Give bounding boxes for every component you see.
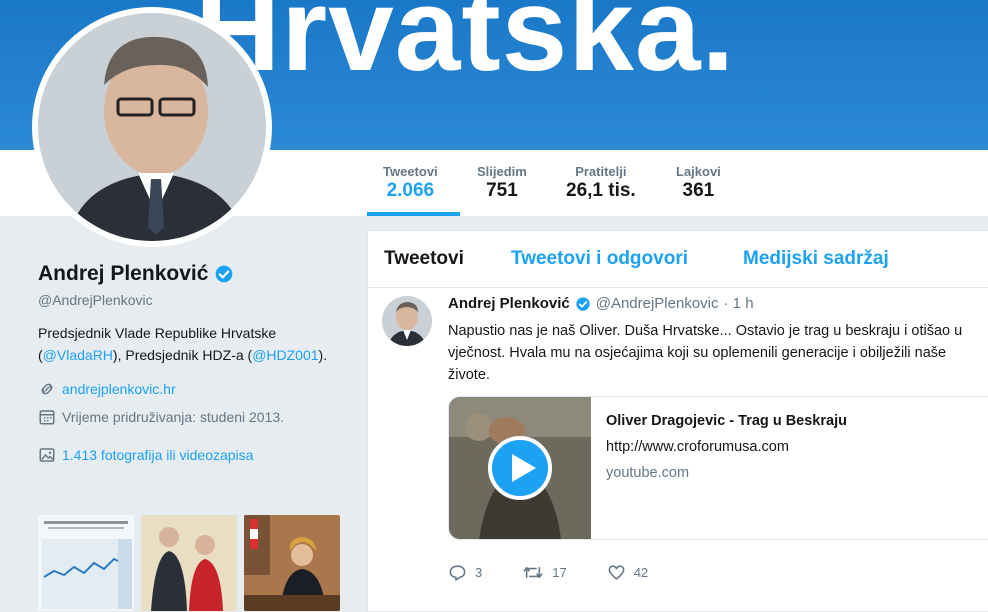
profile-joined-row: Vrijeme pridruživanja: studeni 2013. — [38, 408, 338, 426]
timeline: Tweetovi Tweetovi i odgovori Medijski sa… — [367, 230, 988, 612]
stat-followers-label: Pratitelji — [575, 164, 627, 179]
stat-following[interactable]: Slijedim 751 — [477, 164, 527, 202]
link-card[interactable]: Oliver Dragojevic - Trag u Beskraju http… — [448, 396, 988, 540]
retweet-icon — [523, 566, 543, 579]
profile-joined: Vrijeme pridruživanja: studeni 2013. — [62, 409, 285, 425]
tweet-text: Napustio nas je naš Oliver. Duša Hrvatsk… — [448, 320, 988, 386]
like-count: 42 — [633, 565, 649, 580]
profile-card: Andrej Plenković @AndrejPlenkovic Predsj… — [38, 262, 338, 464]
media-thumbnail[interactable] — [244, 515, 340, 611]
tweet-actions: 3 17 42 — [448, 563, 648, 582]
stat-following-label: Slijedim — [477, 164, 527, 179]
stat-followers[interactable]: Pratitelji 26,1 tis. — [566, 164, 636, 202]
stat-tweets-value: 2.066 — [386, 180, 435, 201]
tweet-text-line: Napustio nas je naš Oliver. Duša Hrvatsk… — [448, 323, 963, 339]
avatar-photo — [38, 13, 266, 241]
media-thumbnails — [38, 515, 340, 611]
profile-website-row: andrejplenkovic.hr — [38, 380, 338, 398]
profile-media-row: 1.413 fotografija ili videozapisa — [38, 446, 338, 464]
stat-likes-label: Lajkovi — [676, 164, 721, 179]
retweet-button[interactable]: 17 — [522, 563, 567, 582]
stat-likes[interactable]: Lajkovi 361 — [676, 164, 721, 202]
banner-text: Hrvatska. — [195, 0, 736, 96]
tab-tweets-and-replies[interactable]: Tweetovi i odgovori — [511, 248, 688, 270]
card-domain: youtube.com — [606, 465, 690, 481]
profile-avatar[interactable] — [32, 7, 272, 247]
media-thumbnail[interactable] — [141, 515, 237, 611]
image-icon — [39, 448, 55, 462]
heart-icon — [608, 565, 625, 580]
video-thumbnail[interactable] — [449, 397, 591, 539]
calendar-icon — [39, 410, 55, 425]
tweet-text-line: živote. — [448, 367, 490, 383]
card-title: Oliver Dragojevic - Trag u Beskraju — [606, 413, 847, 429]
verified-badge-icon — [576, 296, 590, 311]
like-button[interactable]: 42 — [607, 563, 648, 582]
bio-mention-vladarh[interactable]: @VladaRH — [43, 347, 113, 363]
media-thumbnail[interactable] — [38, 515, 134, 611]
tweet-avatar[interactable] — [382, 296, 432, 346]
link-icon — [41, 383, 53, 395]
stat-tweets[interactable]: Tweetovi 2.066 — [383, 164, 438, 202]
active-stat-indicator — [367, 212, 460, 216]
card-description: http://www.croforumusa.com — [606, 439, 789, 455]
profile-name-row: Andrej Plenković — [38, 262, 338, 286]
reply-icon — [449, 565, 466, 581]
profile-handle[interactable]: @AndrejPlenkovic — [38, 292, 338, 308]
verified-badge-icon — [216, 265, 233, 283]
tab-tweets[interactable]: Tweetovi — [384, 248, 464, 270]
tweet-timestamp[interactable]: · 1 h — [724, 295, 754, 312]
reply-count: 3 — [475, 565, 483, 580]
profile-bio: Predsjednik Vlade Republike Hrvatske (@V… — [38, 322, 328, 366]
tweet-text-line: vječnost. Hvala mu na osjećajima koji su… — [448, 345, 947, 361]
tweet-author-handle[interactable]: @AndrejPlenkovic — [596, 295, 719, 312]
reply-button[interactable]: 3 — [448, 563, 482, 582]
profile-name: Andrej Plenković — [38, 262, 209, 285]
stat-likes-value: 361 — [682, 180, 715, 201]
bio-mention-hdz001[interactable]: @HDZ001 — [252, 347, 318, 363]
tweet-author-name[interactable]: Andrej Plenković — [448, 295, 570, 312]
retweet-count: 17 — [552, 565, 567, 580]
bio-text-2: ), Predsjednik HDZ-a ( — [112, 347, 253, 363]
profile-media-link[interactable]: 1.413 fotografija ili videozapisa — [62, 447, 253, 463]
bio-text-3: ). — [318, 347, 328, 363]
stat-following-value: 751 — [486, 180, 518, 201]
timeline-tabs: Tweetovi Tweetovi i odgovori Medijski sa… — [368, 231, 988, 288]
stat-followers-value: 26,1 tis. — [566, 180, 636, 201]
profile-website-link[interactable]: andrejplenkovic.hr — [62, 381, 176, 397]
tweet-header: Andrej Plenković @AndrejPlenkovic · 1 h — [448, 295, 754, 312]
tab-media[interactable]: Medijski sadržaj — [743, 248, 889, 270]
stat-tweets-label: Tweetovi — [383, 164, 438, 179]
